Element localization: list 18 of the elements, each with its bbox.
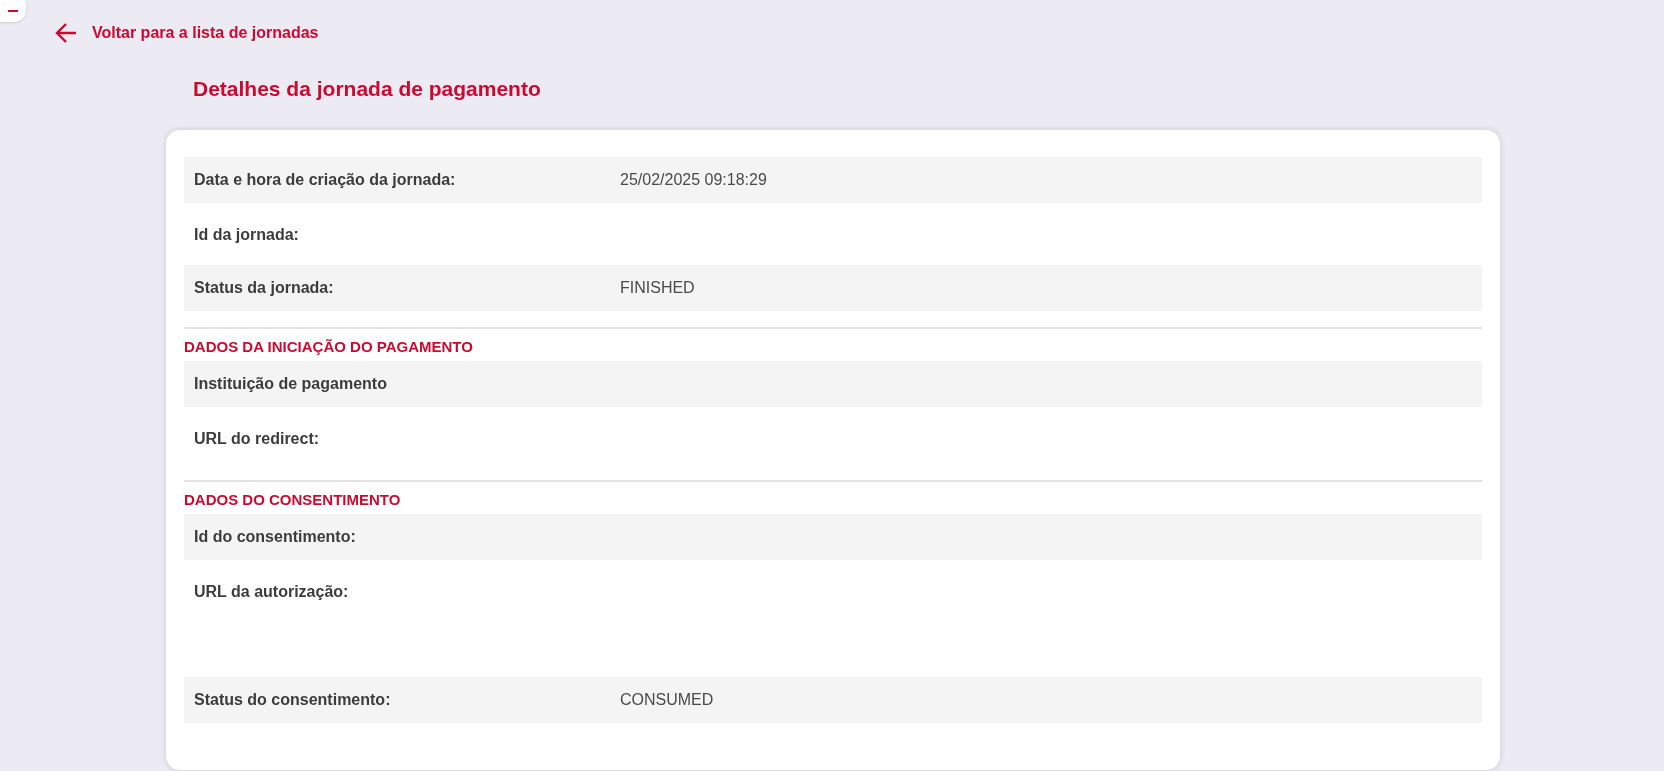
section-heading: DADOS DO CONSENTIMENTO	[184, 490, 401, 511]
page-title: Detalhes da jornada de pagamento	[193, 76, 541, 102]
collapse-button[interactable]	[0, 0, 26, 22]
field-value: CONSUMED	[620, 689, 714, 710]
field-value: 25/02/2025 09:18:29	[620, 169, 767, 190]
section-heading: DADOS DA INICIAÇÃO DO PAGAMENTO	[184, 337, 473, 358]
field-label: Data e hora de criação da jornada:	[194, 169, 457, 190]
field-label: Instituição de pagamento	[194, 373, 388, 394]
field-label: Id do consentimento:	[194, 526, 357, 547]
field-label: URL da autorização:	[194, 581, 350, 602]
field-label: Id da jornada:	[194, 224, 300, 245]
arrow-left-icon	[55, 23, 77, 43]
field-label: Status da jornada:	[194, 277, 335, 298]
field-label: Status do consentimento:	[194, 689, 392, 710]
minus-icon	[8, 10, 18, 12]
field-label: URL do redirect:	[194, 428, 321, 449]
field-value: FINISHED	[620, 277, 695, 298]
back-link[interactable]: Voltar para a lista de jornadas	[55, 21, 319, 45]
